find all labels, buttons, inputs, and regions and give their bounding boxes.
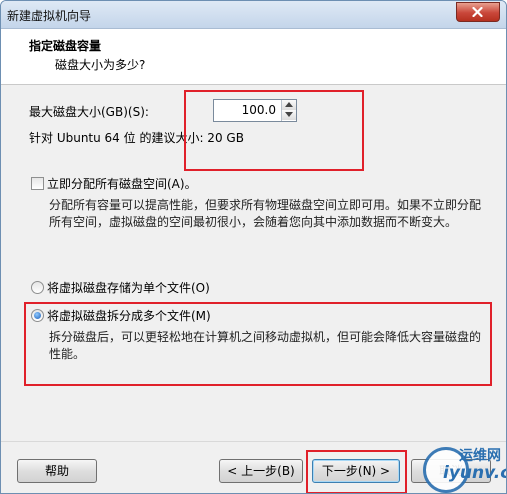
- back-button[interactable]: < 上一步(B): [219, 459, 303, 483]
- single-file-radio[interactable]: [31, 281, 44, 294]
- highlight-box-split-files: [24, 302, 492, 386]
- watermark-top-text: 运维网: [459, 448, 501, 464]
- highlight-box-disk-size: [184, 90, 364, 171]
- allocate-all-checkbox[interactable]: [31, 177, 44, 190]
- wizard-window: 新建虚拟机向导 指定磁盘容量 磁盘大小为多少? 最大磁盘大小(GB)(S): 1…: [0, 0, 507, 494]
- wizard-header: 指定磁盘容量 磁盘大小为多少?: [1, 29, 506, 85]
- close-icon: [472, 7, 483, 17]
- window-title: 新建虚拟机向导: [7, 9, 92, 23]
- close-button[interactable]: [456, 2, 500, 22]
- help-button[interactable]: 帮助: [17, 459, 97, 483]
- single-file-label[interactable]: 将虚拟磁盘存储为单个文件(O): [47, 279, 210, 296]
- page-title: 指定磁盘容量: [29, 39, 102, 53]
- max-disk-size-label: 最大磁盘大小(GB)(S):: [29, 105, 149, 119]
- allocate-desc-line1: 分配所有容量可以提高性能，但要求所有物理磁盘空间立即可用。如果不立即分配: [49, 198, 482, 212]
- highlight-box-next: [306, 450, 407, 493]
- site-watermark: 运维网 iyunv.com: [421, 441, 506, 493]
- page-subtitle: 磁盘大小为多少?: [55, 58, 146, 72]
- wizard-content: 最大磁盘大小(GB)(S): 100.0 针对 Ubuntu 64 位 的建议大…: [1, 85, 506, 440]
- allocate-desc-line2: 所有空间，虚拟磁盘的空间最初很小，会随着您向其中添加数据而不断变大。: [49, 215, 458, 229]
- allocate-all-label[interactable]: 立即分配所有磁盘空间(A)。: [47, 175, 197, 192]
- title-bar[interactable]: 新建虚拟机向导: [1, 1, 506, 29]
- watermark-bottom-text: iyunv.com: [443, 463, 506, 483]
- allocate-description: 分配所有容量可以提高性能，但要求所有物理磁盘空间立即可用。如果不立即分配 所有空…: [49, 197, 481, 231]
